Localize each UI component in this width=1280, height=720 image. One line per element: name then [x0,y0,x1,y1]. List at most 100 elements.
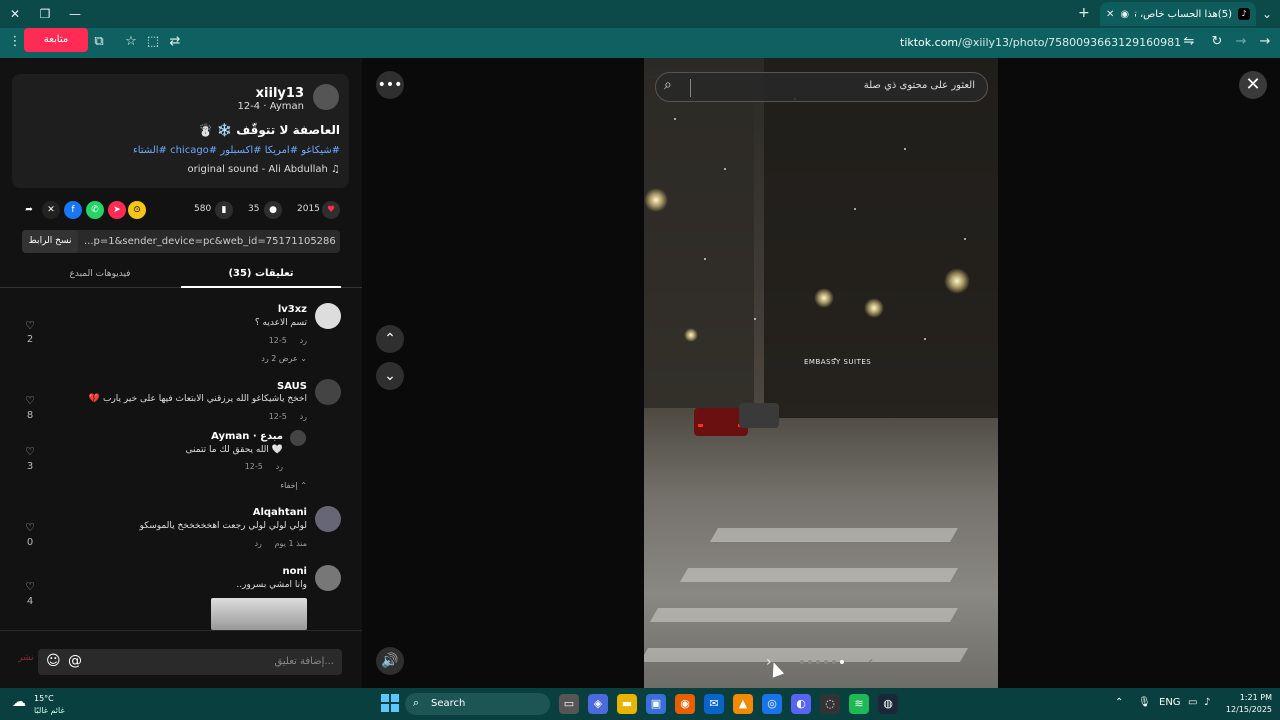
pagination-dot[interactable] [824,660,828,664]
comment-like-icon[interactable]: ♡ [22,521,38,534]
taskbar-search[interactable]: ⌕ Search [405,693,550,715]
new-tab-icon[interactable]: + [1078,5,1090,21]
task-view-icon[interactable]: ▭ [559,694,579,714]
comment-like-icon[interactable]: ♡ [22,445,38,458]
tab-search-icon[interactable]: ⌄ [1256,4,1278,24]
comment-input[interactable]: ☺ @ إضافة تعليق... [38,649,342,675]
pagination-dot-active[interactable] [840,660,844,664]
reload-icon[interactable]: ↻ [1208,34,1226,49]
comment-like-icon[interactable]: ♡ [22,394,38,407]
heart-icon[interactable]: ♥ [322,201,340,219]
microphone-icon[interactable]: 🎙 [1138,697,1151,708]
post-comment-button[interactable]: نشر [18,653,34,663]
comment-reply-button[interactable]: رد [300,412,307,421]
post-photo[interactable]: EMBASSY SUITES [644,58,998,688]
tab-audio-icon[interactable]: ◉ [1120,9,1129,20]
address-bar: ⋮ ● ♫ ⧉ ☆ ⬚ ⇄ tiktok.com/@xiily13/photo/… [0,28,1280,58]
file-explorer-icon[interactable]: ▬ [617,694,637,714]
comment-avatar[interactable] [315,303,341,329]
menu-icon[interactable]: ⋮ [6,34,24,49]
comment-author[interactable]: lv3xz [150,304,307,315]
speaker-icon[interactable]: ♪ [1204,697,1210,708]
comment-like-count: 2 [26,334,34,345]
embed-icon[interactable]: ⊙ [128,201,146,219]
pagination-dot[interactable] [800,660,804,664]
post-sound[interactable]: original sound - Ali Abdullah ♫ [100,164,341,175]
search-icon[interactable]: ⌕ [664,77,672,93]
next-video-icon[interactable]: ⌄ [376,362,404,390]
pagination-dot[interactable] [816,660,820,664]
send-icon[interactable]: ➤ [108,201,126,219]
comment-like-icon[interactable]: ♡ [22,580,38,593]
emoji-icon[interactable]: ☺ [46,653,61,669]
tab-comments[interactable]: (35) تعليقات [181,264,341,288]
related-search-bar[interactable]: ⌕ العثور على محتوى ذي صلة [655,72,988,102]
tray-overflow-icon[interactable]: ⌃ [1115,697,1123,708]
follow-button[interactable]: متابعة [24,28,88,52]
comment-author[interactable]: Alqahtani [150,507,307,518]
store-icon[interactable]: ▣ [646,694,666,714]
spotify-icon[interactable]: ≋ [849,694,869,714]
app-icon[interactable]: ◌ [820,694,840,714]
firefox-icon[interactable]: ◉ [675,694,695,714]
share-icon[interactable]: ➦ [20,201,38,219]
pagination-dot[interactable] [832,660,836,664]
share-link-text[interactable]: ...p=1&sender_device=pc&web_id=751711052… [84,236,336,247]
previous-video-icon[interactable]: ⌃ [376,325,404,353]
tab-creator-videos[interactable]: فيديوهات المبدع [20,264,180,288]
close-icon[interactable]: ✕ [1239,71,1267,99]
language-indicator[interactable]: ENG [1159,697,1181,708]
bookmark-icon[interactable]: ▮ [215,201,233,219]
site-settings-icon[interactable]: ⇋ [1180,34,1198,49]
x-share-icon[interactable]: ✕ [42,201,60,219]
network-icon[interactable]: ▭ [1188,697,1197,708]
hide-replies-button[interactable]: إخفاء ⌃ [150,481,307,490]
reply-reply-button[interactable]: رد [276,462,283,471]
comment-avatar[interactable] [315,379,341,405]
comment-reply-button[interactable]: رد [300,336,307,345]
translate-icon[interactable]: ⇄ [166,34,184,49]
forward-icon[interactable]: → [1232,34,1250,49]
comment-author[interactable]: noni [150,566,307,577]
extensions-icon[interactable]: ⧉ [90,34,108,49]
copilot-icon[interactable]: ◈ [588,694,608,714]
comment-author[interactable]: SAUS [150,381,307,392]
reply-avatar[interactable] [290,430,306,446]
facebook-icon[interactable]: f [64,201,82,219]
windows-start-icon[interactable] [381,694,399,712]
more-options-icon[interactable]: ••• [376,71,404,99]
comment-attached-image[interactable] [211,598,307,630]
window-minimize-icon[interactable]: — [64,4,86,24]
author-name[interactable]: xiily13 [200,86,304,101]
bookmark-star-icon[interactable]: ☆ [122,34,140,49]
tab-close-icon[interactable]: ✕ [1106,9,1114,20]
weather-widget[interactable]: ☁ 15°C غائم غالبًا [12,692,92,716]
steam-icon[interactable]: ◍ [878,694,898,714]
app-icon[interactable]: ▲ [733,694,753,714]
view-replies-button[interactable]: عرض 2 رد ⌄ [150,354,307,363]
reply-author[interactable]: Ayman · مبدع [120,431,283,442]
post-hashtags[interactable]: #شيكاغو #امريكا #اكسبلور #chicago #الشتا… [40,145,340,156]
copy-link-button[interactable]: نسخ الرابط [22,230,78,253]
mention-icon[interactable]: @ [68,653,82,669]
chrome-icon[interactable]: ◎ [762,694,782,714]
comment-avatar[interactable] [315,506,341,532]
comment-like-icon[interactable]: ♡ [22,319,38,332]
comment-reply-button[interactable]: رد [254,539,261,548]
volume-icon[interactable]: 🔊 [376,647,404,675]
window-close-icon[interactable]: ✕ [4,4,26,24]
browser-tab[interactable]: ✕ ◉ (5)هذا الحساب خاص، تابع هذا ♪ [1100,2,1256,26]
pagination-dot[interactable] [808,660,812,664]
url-field[interactable]: tiktok.com/@xiily13/photo/75800936631291… [900,36,1181,49]
outlook-icon[interactable]: ✉ [704,694,724,714]
comment-icon[interactable]: ● [264,201,282,219]
taskbar-clock[interactable]: 1:21 PM 12/15/2025 [1216,692,1272,716]
comment-avatar[interactable] [315,565,341,591]
back-icon[interactable]: → [1256,34,1274,49]
discord-icon[interactable]: ◐ [791,694,811,714]
screenshot-icon[interactable]: ⬚ [144,34,162,49]
author-avatar[interactable] [313,84,339,110]
window-restore-icon[interactable]: ❐ [34,4,56,24]
whatsapp-icon[interactable]: ✆ [86,201,104,219]
previous-photo-icon[interactable]: ‹ [868,654,874,670]
